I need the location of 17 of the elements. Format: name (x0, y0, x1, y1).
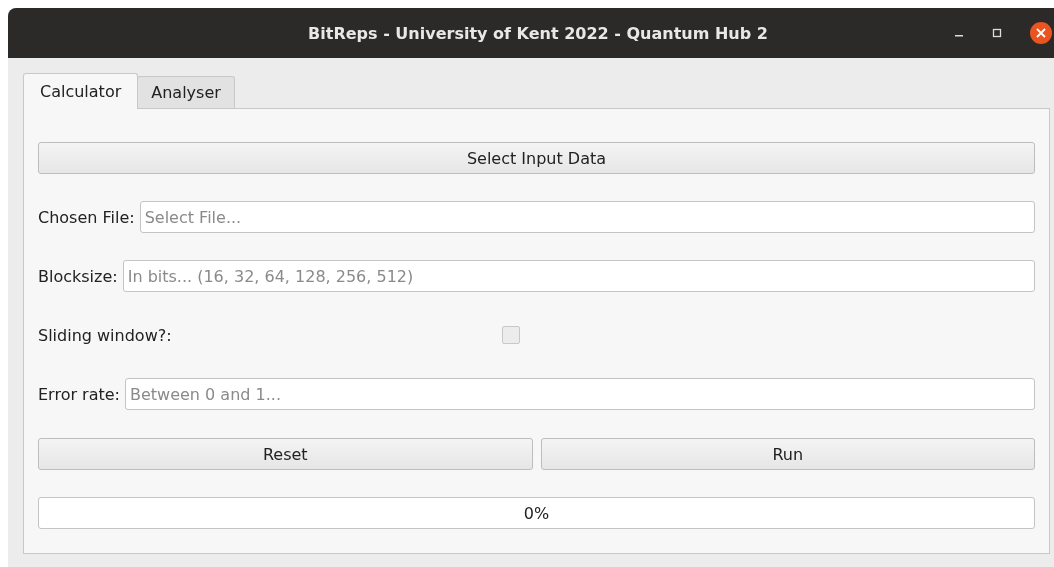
field-label: Chosen File: (38, 207, 135, 227)
progress-text: 0% (523, 503, 550, 523)
field-label: Error rate: (38, 384, 120, 404)
action-button[interactable]: Run (540, 438, 1035, 470)
close-icon[interactable] (1030, 22, 1052, 44)
window-title: BitReps - University of Kent 2022 - Quantum Hub 2 (308, 23, 768, 43)
field-label: Sliding window?: (38, 325, 172, 345)
checkbox[interactable] (501, 326, 520, 344)
tab[interactable]: Analyser (137, 76, 235, 108)
tab[interactable]: Calculator (23, 73, 139, 109)
input-field[interactable]: Select File... (139, 201, 1035, 233)
select-input-button[interactable]: Select Input Data (38, 142, 1035, 174)
field-label: Blocksize: (38, 266, 118, 286)
maximize-icon[interactable] (992, 28, 1002, 38)
action-button[interactable]: Reset (38, 438, 533, 470)
input-field[interactable]: Between 0 and 1... (125, 378, 1035, 410)
input-field[interactable]: In bits... (16, 32, 64, 128, 256, 512) (122, 260, 1035, 292)
